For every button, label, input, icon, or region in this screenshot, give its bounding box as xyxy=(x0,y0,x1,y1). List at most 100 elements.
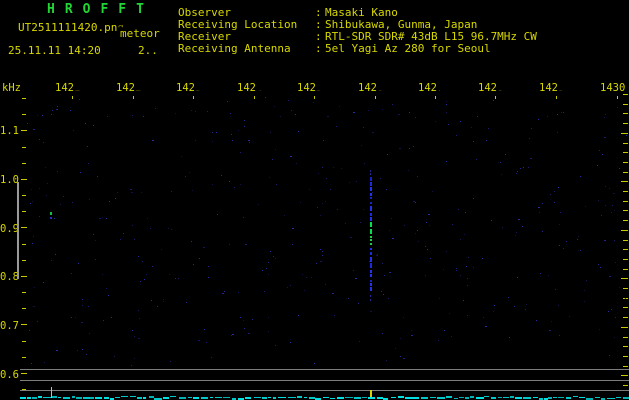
noise-dot xyxy=(516,173,517,174)
noise-dot xyxy=(363,209,364,210)
echo-stray-dot xyxy=(370,295,371,297)
noise-dot xyxy=(542,203,543,204)
noise-dot xyxy=(175,113,176,114)
noise-dot xyxy=(55,254,56,255)
noise-dot xyxy=(548,275,549,276)
reference-line xyxy=(20,390,629,391)
tick xyxy=(623,356,628,357)
time-tick-label: 1427 xyxy=(418,83,443,94)
noise-dot xyxy=(425,275,426,276)
noise-dot xyxy=(605,205,606,206)
trace-dash xyxy=(32,397,37,399)
tick xyxy=(623,113,628,114)
noise-dot xyxy=(614,337,615,338)
tick xyxy=(22,98,26,99)
trace-dash xyxy=(446,396,452,398)
noise-dot xyxy=(458,209,459,210)
trace-dash xyxy=(459,397,464,398)
ping-dot xyxy=(50,217,52,219)
noise-dot xyxy=(482,258,483,259)
trace-dash xyxy=(297,396,302,398)
noise-dot xyxy=(364,163,365,164)
noise-dot xyxy=(103,320,104,321)
time-tick-mark xyxy=(193,96,194,99)
trace-dash xyxy=(43,397,51,398)
noise-dot xyxy=(476,159,477,160)
noise-dot xyxy=(599,329,600,330)
tick xyxy=(621,327,628,328)
noise-dot xyxy=(626,135,627,136)
noise-dot xyxy=(425,246,426,247)
noise-dot xyxy=(191,110,192,111)
noise-dot xyxy=(392,238,394,239)
noise-dot xyxy=(382,333,383,334)
trace-dash xyxy=(304,397,307,398)
station-name: meteor xyxy=(120,27,160,40)
noise-dot xyxy=(265,97,266,98)
noise-dot xyxy=(349,182,350,183)
noise-dot xyxy=(269,177,270,178)
noise-dot xyxy=(314,363,315,364)
trace-dash xyxy=(143,397,146,399)
noise-dot xyxy=(207,111,208,112)
noise-dot xyxy=(181,156,182,157)
trace-dash xyxy=(454,398,458,399)
filename-text: UT2511111420.pn xyxy=(18,21,118,34)
trace-dash xyxy=(623,397,629,399)
noise-dot xyxy=(411,330,412,331)
noise-dot xyxy=(372,132,374,133)
noise-dot xyxy=(33,306,35,307)
noise-dot xyxy=(456,270,457,271)
noise-dot xyxy=(599,150,600,151)
echo-dash xyxy=(370,263,372,268)
noise-dot xyxy=(88,306,89,307)
noise-dot xyxy=(332,293,334,294)
noise-dot xyxy=(70,110,71,111)
noise-dot xyxy=(111,317,112,318)
trace-dash xyxy=(268,397,271,398)
noise-dot xyxy=(448,124,449,125)
tick xyxy=(623,385,628,386)
noise-dot xyxy=(295,114,296,115)
noise-dot xyxy=(93,125,94,126)
echo-dash xyxy=(370,236,372,238)
noise-dot xyxy=(386,189,387,190)
freq-tick-label: 0.7 xyxy=(0,320,19,332)
tick xyxy=(623,366,628,367)
noise-dot xyxy=(466,266,467,267)
trace-dash xyxy=(63,397,70,399)
noise-dot xyxy=(212,141,213,142)
noise-dot xyxy=(585,206,586,207)
noise-dot xyxy=(372,192,373,193)
noise-dot xyxy=(31,189,32,190)
trace-dash xyxy=(491,397,496,399)
noise-dot xyxy=(27,123,28,124)
noise-dot xyxy=(360,222,361,223)
noise-dot xyxy=(109,201,110,202)
noise-dot xyxy=(359,341,360,342)
noise-dot xyxy=(54,218,55,219)
noise-dot xyxy=(361,145,362,146)
trace-dash xyxy=(288,397,296,398)
trace-dash xyxy=(210,397,213,398)
noise-dot xyxy=(566,241,567,242)
noise-dot xyxy=(211,357,212,358)
noise-dot xyxy=(34,287,35,288)
noise-dot xyxy=(120,239,121,240)
trace-dash xyxy=(95,397,102,399)
noise-dot xyxy=(191,241,192,242)
noise-dot xyxy=(502,227,503,228)
noise-dot xyxy=(142,261,143,262)
noise-dot xyxy=(613,193,615,194)
trace-dash xyxy=(58,397,61,398)
noise-dot xyxy=(72,202,73,203)
trace-dash xyxy=(104,397,109,399)
noise-dot xyxy=(465,212,466,213)
echo-dash xyxy=(370,287,372,291)
noise-dot xyxy=(473,198,474,199)
noise-dot xyxy=(614,240,615,241)
noise-dot xyxy=(438,340,439,341)
noise-dot xyxy=(547,116,548,117)
noise-dot xyxy=(80,172,81,173)
noise-dot xyxy=(517,171,518,172)
